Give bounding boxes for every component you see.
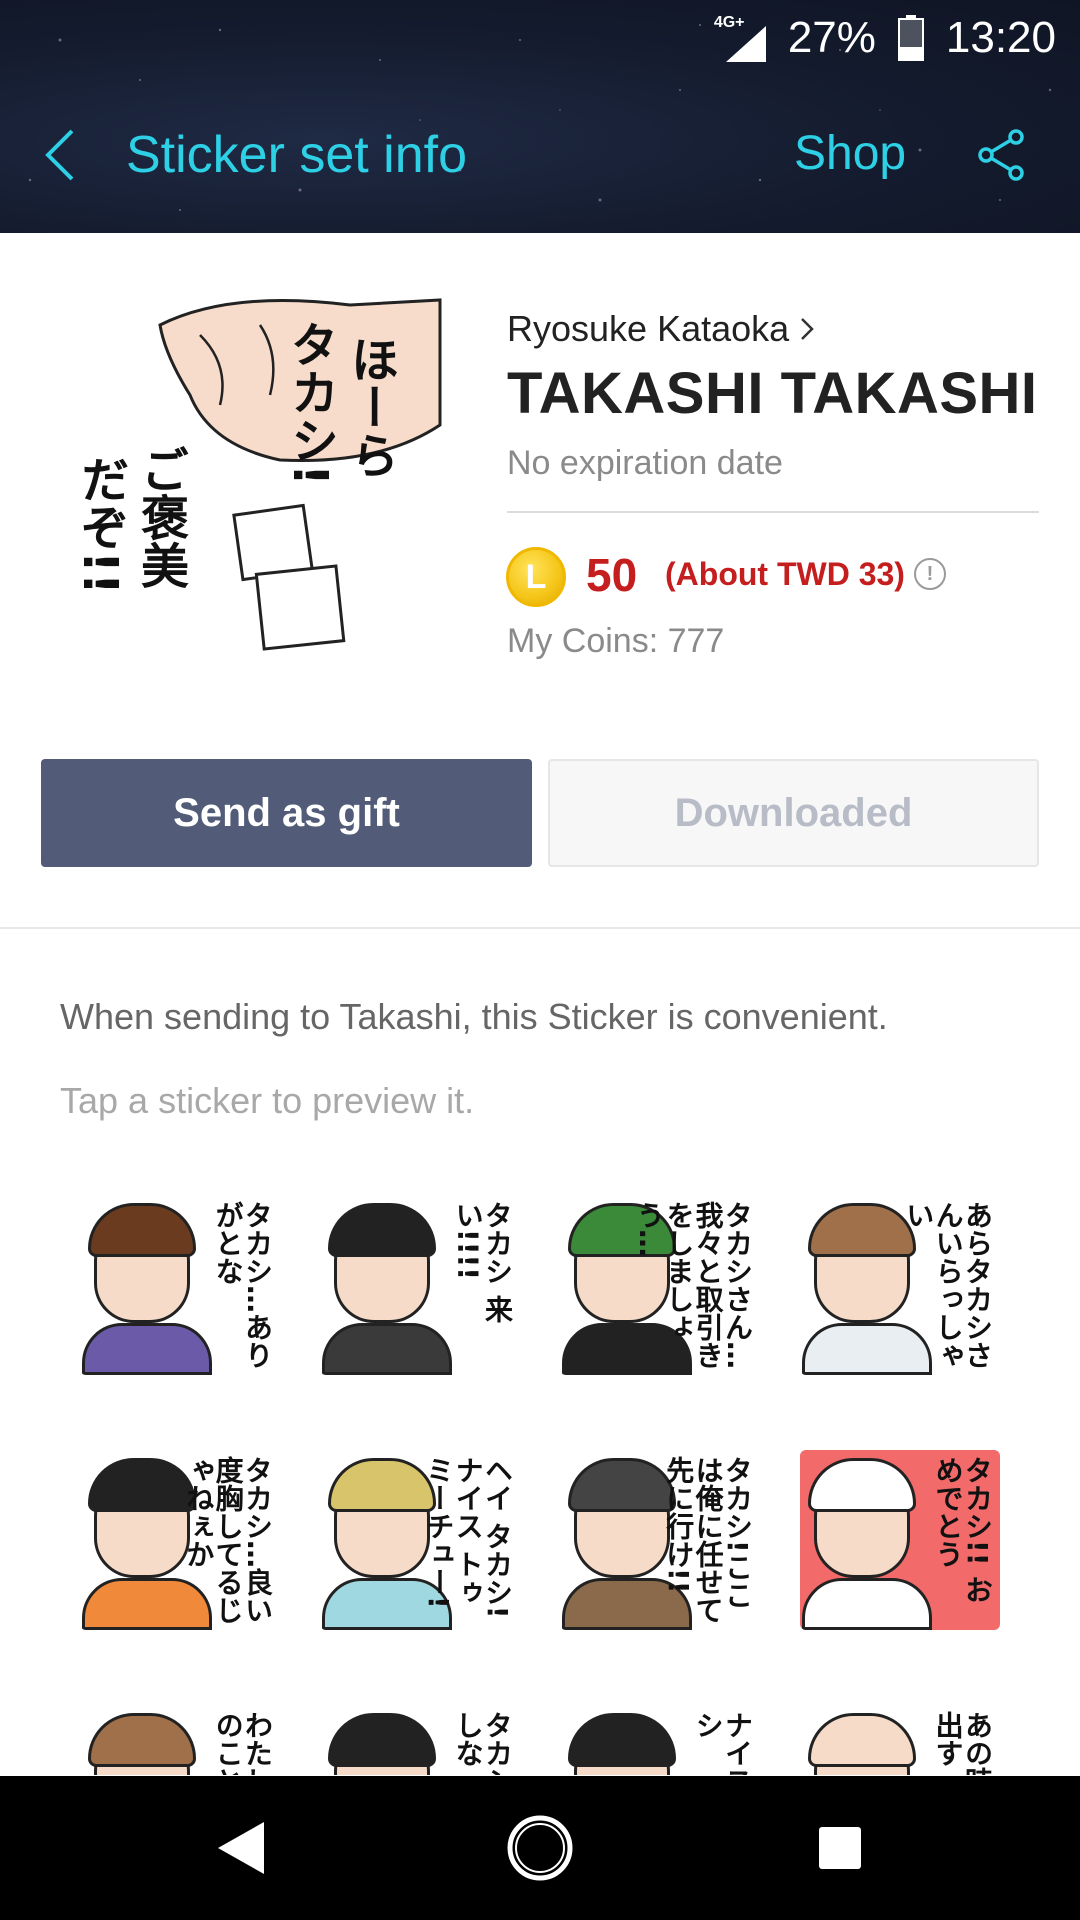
author-link[interactable]: Ryosuke Kataoka: [507, 308, 815, 350]
sticker-thumbnail[interactable]: タカシ 来い!!!!: [320, 1195, 520, 1375]
shop-link[interactable]: Shop: [794, 126, 906, 181]
sticker-set-title: TAKASHI TAKASHI: [507, 361, 1038, 426]
sticker-character-hair: [88, 1458, 196, 1512]
topbar: Sticker set info Shop: [0, 100, 1080, 210]
main-sticker-text-4: だぞ!!: [80, 455, 128, 595]
sticker-caption: タカシさん…我々と取引きをしましょう…: [632, 1201, 754, 1369]
sticker-grid: タカシ…ありがとな タカシ 来い!!!! タカシさん…我々と取引きをしましょう… あら…: [0, 1195, 1080, 1775]
price-value: 50: [586, 549, 638, 601]
battery-icon: [897, 15, 924, 61]
expiry-text: No expiration date: [507, 444, 783, 482]
back-button[interactable]: [0, 100, 120, 210]
sticker-caption: タカシ…ありがとな: [211, 1201, 274, 1369]
home-circle-icon: [507, 1815, 573, 1881]
share-icon: [978, 129, 1024, 181]
divider: [0, 927, 1080, 929]
battery-percent: 27%: [787, 13, 876, 62]
sticker-character-hair: [808, 1458, 916, 1512]
sticker-caption: タカシ 来い!!!!: [451, 1201, 514, 1323]
sticker-thumbnail[interactable]: タカシ…良い度胸してるじゃねぇか: [80, 1450, 280, 1630]
sticker-character-body: [82, 1323, 212, 1375]
main-sticker-image: ほーら タカシ! ご褒美 だぞ!!: [72, 295, 450, 665]
downloaded-button: Downloaded: [548, 759, 1039, 867]
sticker-thumbnail[interactable]: タカシ!ここは俺に任せて先に行け!!: [560, 1450, 760, 1630]
main-sticker-text-2: タカシ!: [282, 320, 338, 486]
sticker-thumbnail[interactable]: タカシさん…我々と取引きをしましょう…: [560, 1195, 760, 1375]
sticker-character-hair: [88, 1713, 196, 1767]
sticker-character-body: [322, 1323, 452, 1375]
sticker-caption: タカシ…良い度胸してるじゃねぇか: [182, 1456, 274, 1624]
sticker-character-body: [802, 1578, 932, 1630]
sticker-character-hair: [808, 1713, 916, 1767]
sticker-thumbnail[interactable]: ナイス タカシ: [560, 1705, 760, 1775]
sticker-caption: わたしタカシのこと: [211, 1711, 274, 1775]
author-name: Ryosuke Kataoka: [507, 308, 790, 349]
clock: 13:20: [945, 13, 1056, 62]
my-coins: My Coins: 777: [507, 622, 725, 660]
sticker-thumbnail[interactable]: タカシ!! おめでとう: [800, 1450, 1000, 1630]
sticker-caption: タカシ!ここは俺に任せて先に行け!!: [662, 1456, 754, 1624]
sticker-caption: ナイス タカシ: [691, 1711, 754, 1775]
line-coin-icon: L: [506, 547, 566, 607]
price-approx: (About TWD 33): [665, 556, 905, 592]
sticker-caption: タカシ!! おめでとう: [931, 1456, 994, 1604]
sticker-thumbnail[interactable]: あの時 思い出す タカシ: [800, 1705, 1000, 1775]
back-triangle-icon: [218, 1822, 264, 1874]
sticker-description: When sending to Takashi, this Sticker is…: [60, 996, 888, 1037]
info-icon[interactable]: !: [914, 558, 946, 590]
share-button[interactable]: [966, 120, 1036, 190]
main-sticker-text-3: ご褒美: [132, 445, 189, 589]
send-as-gift-button[interactable]: Send as gift: [41, 759, 532, 867]
main-sticker-text-1: ほーら: [342, 335, 398, 479]
sticker-caption: ヘイ タカシ!ナイス トゥ ミーチュー!: [422, 1456, 514, 1619]
sticker-thumbnail[interactable]: タカシ…ありがとな: [80, 1195, 280, 1375]
sticker-character-hair: [328, 1458, 436, 1512]
recents-square-icon: [819, 1827, 861, 1869]
sticker-character-hair: [568, 1458, 676, 1512]
sticker-character-hair: [328, 1713, 436, 1767]
sticker-character-hair: [88, 1203, 196, 1257]
sticker-thumbnail[interactable]: わたしタカシのこと: [80, 1705, 280, 1775]
nav-back-button[interactable]: [160, 1776, 320, 1920]
sticker-thumbnail[interactable]: ヘイ タカシ!ナイス トゥ ミーチュー!: [320, 1450, 520, 1630]
sticker-caption: あらタカシさんいらっしゃい: [902, 1201, 994, 1369]
sticker-caption: タカシ そこしな: [451, 1711, 514, 1775]
nav-recents-button[interactable]: [760, 1776, 920, 1920]
chevron-right-icon: [801, 318, 814, 340]
sticker-caption: あの時 思い出す タカシ: [932, 1711, 994, 1775]
sticker-character-hair: [568, 1713, 676, 1767]
signal-icon: 4G+: [714, 14, 766, 62]
preview-hint: Tap a sticker to preview it.: [60, 1080, 475, 1121]
app-header: 4G+ 27% 13:20 Sticker set info Shop: [0, 0, 1080, 233]
sticker-character-hair: [808, 1203, 916, 1257]
sticker-character-hair: [328, 1203, 436, 1257]
nav-home-button[interactable]: [460, 1776, 620, 1920]
chevron-left-icon: [45, 129, 74, 181]
system-nav-bar: [0, 1776, 1080, 1920]
sticker-thumbnail[interactable]: あらタカシさんいらっしゃい: [800, 1195, 1000, 1375]
sticker-thumbnail[interactable]: タカシ そこしな: [320, 1705, 520, 1775]
divider: [507, 511, 1039, 513]
page-title: Sticker set info: [126, 126, 468, 184]
status-bar: 4G+ 27% 13:20: [714, 8, 1056, 68]
